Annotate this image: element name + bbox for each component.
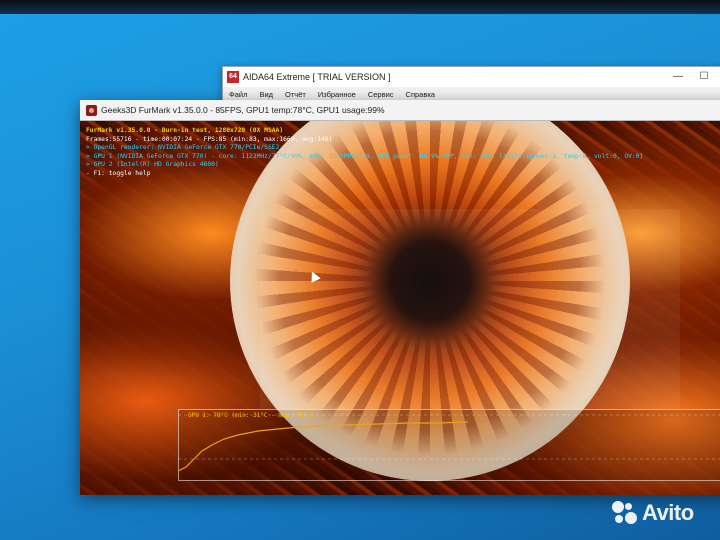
menu-view[interactable]: Вид [259,90,273,99]
minimize-button[interactable]: — [665,67,691,87]
maximize-button[interactable]: ☐ [691,67,717,87]
furmark-app-icon [86,104,97,116]
gpu-temp-graph-plot [178,414,720,472]
hud-frames-line: Frames:55716 - time:00:07:24 - FPS:85 (m… [86,135,333,143]
gpu-temp-line [178,421,469,472]
monitor-top-edge [0,0,720,14]
avito-watermark: Avito [612,500,694,526]
menu-service[interactable]: Сервис [368,90,394,99]
menu-report[interactable]: Отчёт [285,90,306,99]
furmark-render-view: FurMark v1.35.0.0 - Burn-in test, 1280x7… [80,121,720,495]
aida64-menubar: Файл Вид Отчёт Избранное Сервис Справка [223,87,720,101]
furmark-title: Geeks3D FurMark v1.35.0.0 - 85FPS, GPU1 … [101,105,385,115]
avito-logo-icon [612,501,638,525]
menu-help[interactable]: Справка [406,90,435,99]
aida64-title: AIDA64 Extreme [ TRIAL VERSION ] [243,72,391,82]
gpu-temp-graph-label: GPU 1: 78°C (min: 31°C - max: 78°C) [188,412,315,419]
avito-wordmark: Avito [642,500,694,525]
hud-gpu2-line: > GPU 2 (Intel(R) HD Graphics 4600) [86,161,219,169]
hud-help-line: - F1: toggle help [86,169,151,177]
translucent-panel [260,209,680,409]
menu-favorites[interactable]: Избранное [318,90,356,99]
aida64-titlebar[interactable]: 64 AIDA64 Extreme [ TRIAL VERSION ] — ☐ … [223,67,720,87]
hud-gpu1-line: > GPU 1 (NVIDIA GeForce GTX 770) - core:… [86,152,644,160]
hud-renderer-line: > OpenGL renderer: NVIDIA GeForce GTX 77… [86,144,280,152]
furmark-titlebar[interactable]: Geeks3D FurMark v1.35.0.0 - 85FPS, GPU1 … [80,100,720,121]
hud-title-line: FurMark v1.35.0.0 - Burn-in test, 1280x7… [86,127,284,134]
furmark-window[interactable]: Geeks3D FurMark v1.35.0.0 - 85FPS, GPU1 … [80,100,720,495]
menu-file[interactable]: Файл [229,90,247,99]
furmark-hud: FurMark v1.35.0.0 - Burn-in test, 1280x7… [86,127,643,179]
aida64-app-icon: 64 [227,71,239,83]
